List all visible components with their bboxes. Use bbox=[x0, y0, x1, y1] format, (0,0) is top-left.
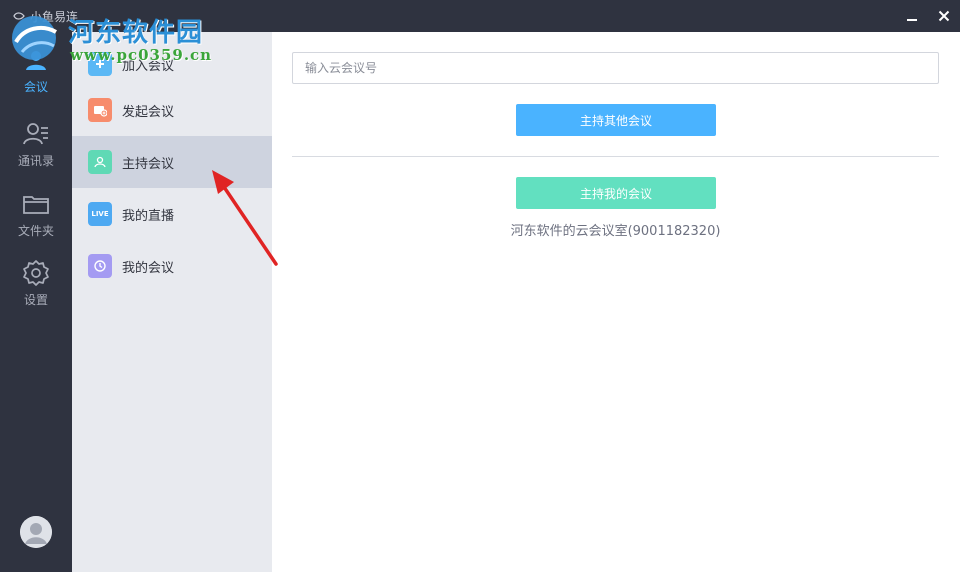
meeting-icon bbox=[26, 51, 46, 70]
app-logo-icon bbox=[13, 12, 25, 20]
rail-label-folder: 文件夹 bbox=[17, 224, 54, 238]
join-meeting-icon bbox=[88, 52, 112, 76]
meeting-subnav: 加入会议 发起会议 主持会议 LIVE 我的直播 我的会议 bbox=[72, 32, 272, 572]
start-meeting-icon bbox=[88, 98, 112, 122]
rail-item-folder[interactable]: 文件夹 bbox=[0, 186, 72, 248]
avatar-user-icon bbox=[20, 516, 52, 548]
divider bbox=[292, 156, 939, 157]
live-icon: LIVE bbox=[88, 202, 112, 226]
rail-label-settings: 设置 bbox=[23, 293, 48, 307]
close-button[interactable] bbox=[934, 6, 954, 26]
folder-icon bbox=[23, 196, 49, 214]
contacts-icon bbox=[23, 123, 48, 145]
annotation-arrow-icon bbox=[212, 170, 278, 266]
settings-icon bbox=[23, 260, 49, 286]
my-room-caption: 河东软件的云会议室(9001182320) bbox=[510, 224, 721, 239]
subnav-label: 我的直播 bbox=[122, 208, 175, 224]
app-title: 小鱼易连 bbox=[12, 8, 78, 24]
rail-item-meeting[interactable]: 会议 bbox=[0, 42, 72, 104]
live-badge-text: LIVE bbox=[91, 210, 109, 218]
subnav-label: 主持会议 bbox=[122, 156, 175, 172]
left-rail: 会议 通讯录 文件夹 设置 bbox=[0, 32, 72, 572]
close-icon bbox=[938, 10, 950, 22]
subnav-label: 我的会议 bbox=[122, 260, 175, 276]
my-meetings-clock-icon bbox=[88, 254, 112, 278]
meeting-number-input[interactable] bbox=[292, 52, 939, 84]
minimize-button[interactable] bbox=[902, 6, 922, 26]
subnav-item-join-meeting[interactable]: 加入会议 bbox=[72, 38, 272, 90]
rail-item-contacts[interactable]: 通讯录 bbox=[0, 116, 72, 178]
host-my-meeting-button[interactable]: 主持我的会议 bbox=[516, 177, 716, 209]
avatar[interactable] bbox=[20, 516, 52, 548]
rail-item-settings[interactable]: 设置 bbox=[0, 255, 72, 317]
app-name: 小鱼易连 bbox=[30, 9, 79, 24]
subnav-label: 发起会议 bbox=[122, 104, 175, 120]
title-bar: 小鱼易连 bbox=[0, 0, 960, 32]
subnav-label: 加入会议 bbox=[122, 58, 175, 74]
rail-label-contacts: 通讯录 bbox=[17, 154, 54, 168]
host-meeting-panel: 主持其他会议 主持我的会议 河东软件的云会议室(9001182320) bbox=[272, 32, 960, 572]
rail-label-meeting: 会议 bbox=[23, 80, 48, 94]
subnav-item-start-meeting[interactable]: 发起会议 bbox=[72, 84, 272, 136]
minimize-icon bbox=[907, 19, 917, 21]
host-meeting-icon bbox=[88, 150, 112, 174]
host-other-meeting-button[interactable]: 主持其他会议 bbox=[516, 104, 716, 136]
